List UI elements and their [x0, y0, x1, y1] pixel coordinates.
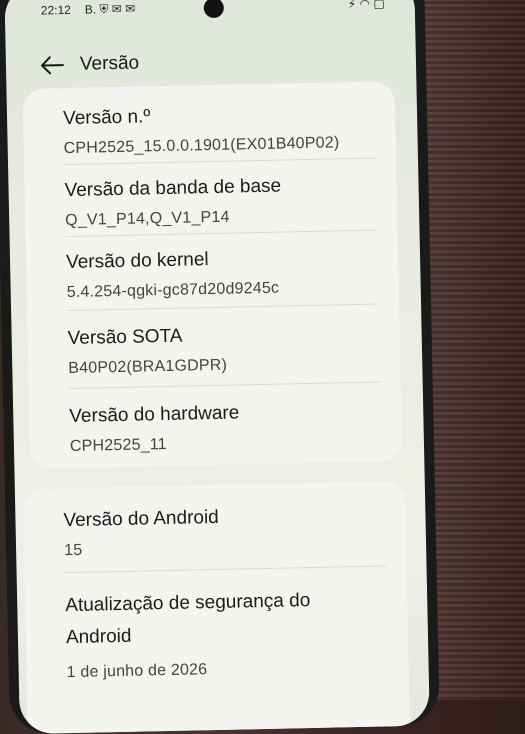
list-item-security-update[interactable]: Atualização de segurança do Android 1 de…	[65, 584, 369, 682]
item-label: Versão do hardware	[69, 402, 240, 428]
list-item-version-number[interactable]: Versão n.º CPH2525_15.0.0.1901(EX01B40P0…	[63, 102, 372, 158]
phone-screen: 22:12 B. ⛨ ✉ ✉ ⚡ ◠ ▢ Versão Versão n.º C…	[4, 0, 430, 734]
list-item-android-version[interactable]: Versão do Android 15	[63, 504, 382, 561]
divider	[67, 303, 380, 312]
divider	[68, 381, 381, 390]
item-value: 5.4.254-qgki-gc87d20d9245c	[66, 279, 280, 302]
item-label: Versão n.º	[62, 106, 151, 130]
status-time: 22:12	[40, 2, 71, 18]
list-item-kernel-version[interactable]: Versão do kernel 5.4.254-qgki-gc87d20d92…	[66, 246, 375, 302]
list-item-baseband-version[interactable]: Versão da banda de base Q_V1_P14,Q_V1_P1…	[64, 174, 373, 230]
item-value: Q_V1_P14,Q_V1_P14	[65, 208, 230, 230]
back-button[interactable]	[38, 51, 67, 80]
item-label: Versão do kernel	[65, 249, 209, 274]
app-bar: Versão	[38, 43, 140, 85]
system-icons: ⚡ ◠ ▢	[347, 0, 385, 12]
divider	[64, 157, 376, 166]
item-label: Atualização de segurança do Android	[65, 590, 311, 649]
page-title: Versão	[79, 52, 140, 75]
item-value: 1 de junho de 2026	[66, 661, 208, 682]
item-label: Versão SOTA	[67, 325, 183, 350]
phone-device: 22:12 B. ⛨ ✉ ✉ ⚡ ◠ ▢ Versão Versão n.º C…	[0, 0, 440, 734]
item-value: CPH2525_15.0.0.1901(EX01B40P02)	[63, 134, 340, 158]
item-value: 15	[63, 541, 83, 560]
item-label: Versão do Android	[63, 506, 219, 532]
android-info-card: Versão do Android 15 Atualização de segu…	[22, 481, 411, 734]
version-info-card: Versão n.º CPH2525_15.0.0.1901(EX01B40P0…	[22, 81, 403, 469]
item-label: Versão da banda de base	[64, 175, 282, 202]
item-value: B40P02(BRA1GDPR)	[68, 356, 228, 378]
notification-icons: B. ⛨ ✉ ✉	[84, 1, 136, 17]
list-item-hardware-version[interactable]: Versão do hardware CPH2525_11	[69, 400, 378, 456]
list-item-sota-version[interactable]: Versão SOTA B40P02(BRA1GDPR)	[67, 322, 376, 378]
item-value: CPH2525_11	[69, 435, 167, 456]
divider	[64, 565, 387, 574]
arrow-left-icon	[40, 56, 64, 75]
divider	[65, 229, 378, 238]
